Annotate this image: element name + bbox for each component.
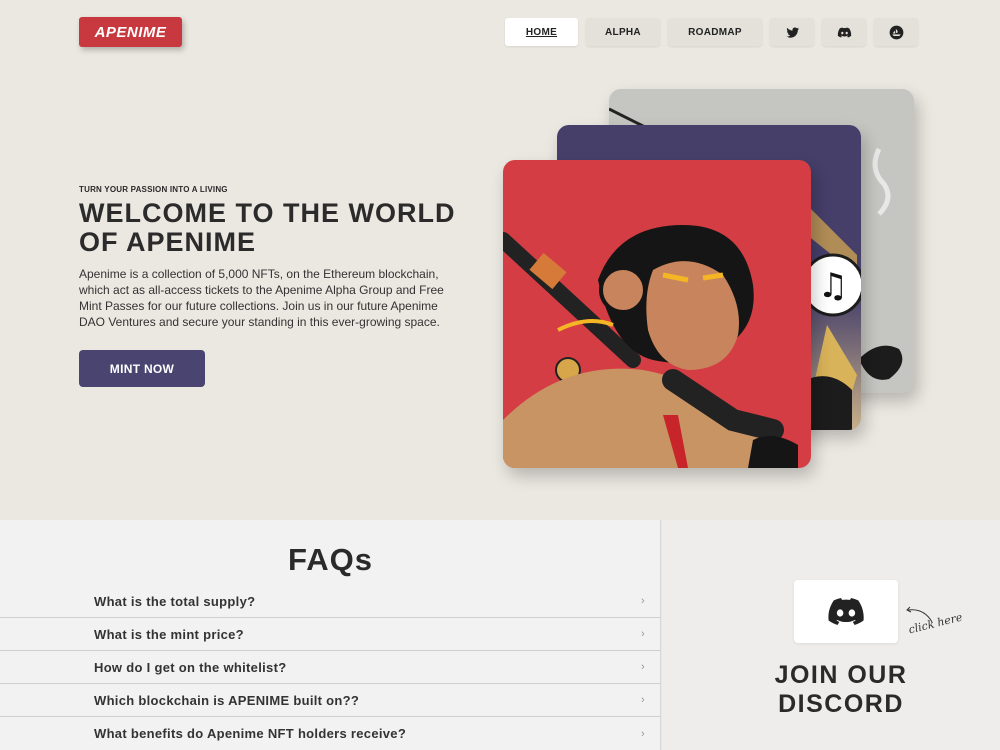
discord-icon (837, 27, 851, 37)
discord-nav-button[interactable] (822, 18, 866, 46)
svg-text:♫: ♫ (818, 266, 848, 306)
opensea-button[interactable] (874, 18, 918, 46)
chevron-right-icon: › (641, 661, 645, 673)
hero-title: WELCOME TO THE WORLD OF APENIME (79, 198, 456, 257)
twitter-button[interactable] (770, 18, 814, 46)
hero-description: Apenime is a collection of 5,000 NFTs, o… (79, 267, 444, 329)
nav-alpha[interactable]: ALPHA (586, 18, 660, 46)
nav-roadmap[interactable]: ROADMAP (668, 18, 762, 46)
top-nav: HOME ALPHA ROADMAP (505, 18, 918, 46)
twitter-icon (786, 26, 799, 38)
faq-item-total-supply[interactable]: What is the total supply? › (0, 585, 661, 618)
nav-home[interactable]: HOME (505, 18, 578, 46)
faq-question: What is the mint price? (94, 626, 244, 642)
faq-question: Which blockchain is APENIME built on?? (94, 692, 360, 708)
join-discord-title: JOIN OUR DISCORD (774, 661, 908, 718)
faq-question: What is the total supply? (94, 593, 256, 609)
faq-question: How do I get on the whitelist? (94, 659, 287, 675)
chevron-right-icon: › (641, 628, 645, 640)
discord-join-button[interactable] (794, 580, 898, 643)
opensea-icon (889, 25, 903, 39)
mint-now-button[interactable]: MINT NOW (79, 350, 205, 387)
faq-item-mint-price[interactable]: What is the mint price? › (0, 618, 661, 651)
faq-item-whitelist[interactable]: How do I get on the whitelist? › (0, 651, 661, 684)
faq-question: What benefits do Apenime NFT holders rec… (94, 726, 407, 741)
faq-title: FAQs (288, 542, 373, 577)
hero-tagline: TURN YOUR PASSION INTO A LIVING (79, 185, 228, 194)
faq-item-benefits[interactable]: What benefits do Apenime NFT holders rec… (0, 717, 661, 750)
faq-list: What is the total supply? › What is the … (0, 585, 661, 750)
chevron-right-icon: › (641, 727, 645, 740)
discord-icon (828, 597, 864, 625)
faq-item-blockchain[interactable]: Which blockchain is APENIME built on?? › (0, 684, 661, 717)
monkey-samurai-art (503, 225, 798, 468)
chevron-right-icon: › (641, 595, 645, 607)
apenime-logo[interactable]: APENIME (79, 17, 182, 47)
chevron-right-icon: › (641, 694, 645, 706)
nft-card-red (503, 160, 811, 468)
